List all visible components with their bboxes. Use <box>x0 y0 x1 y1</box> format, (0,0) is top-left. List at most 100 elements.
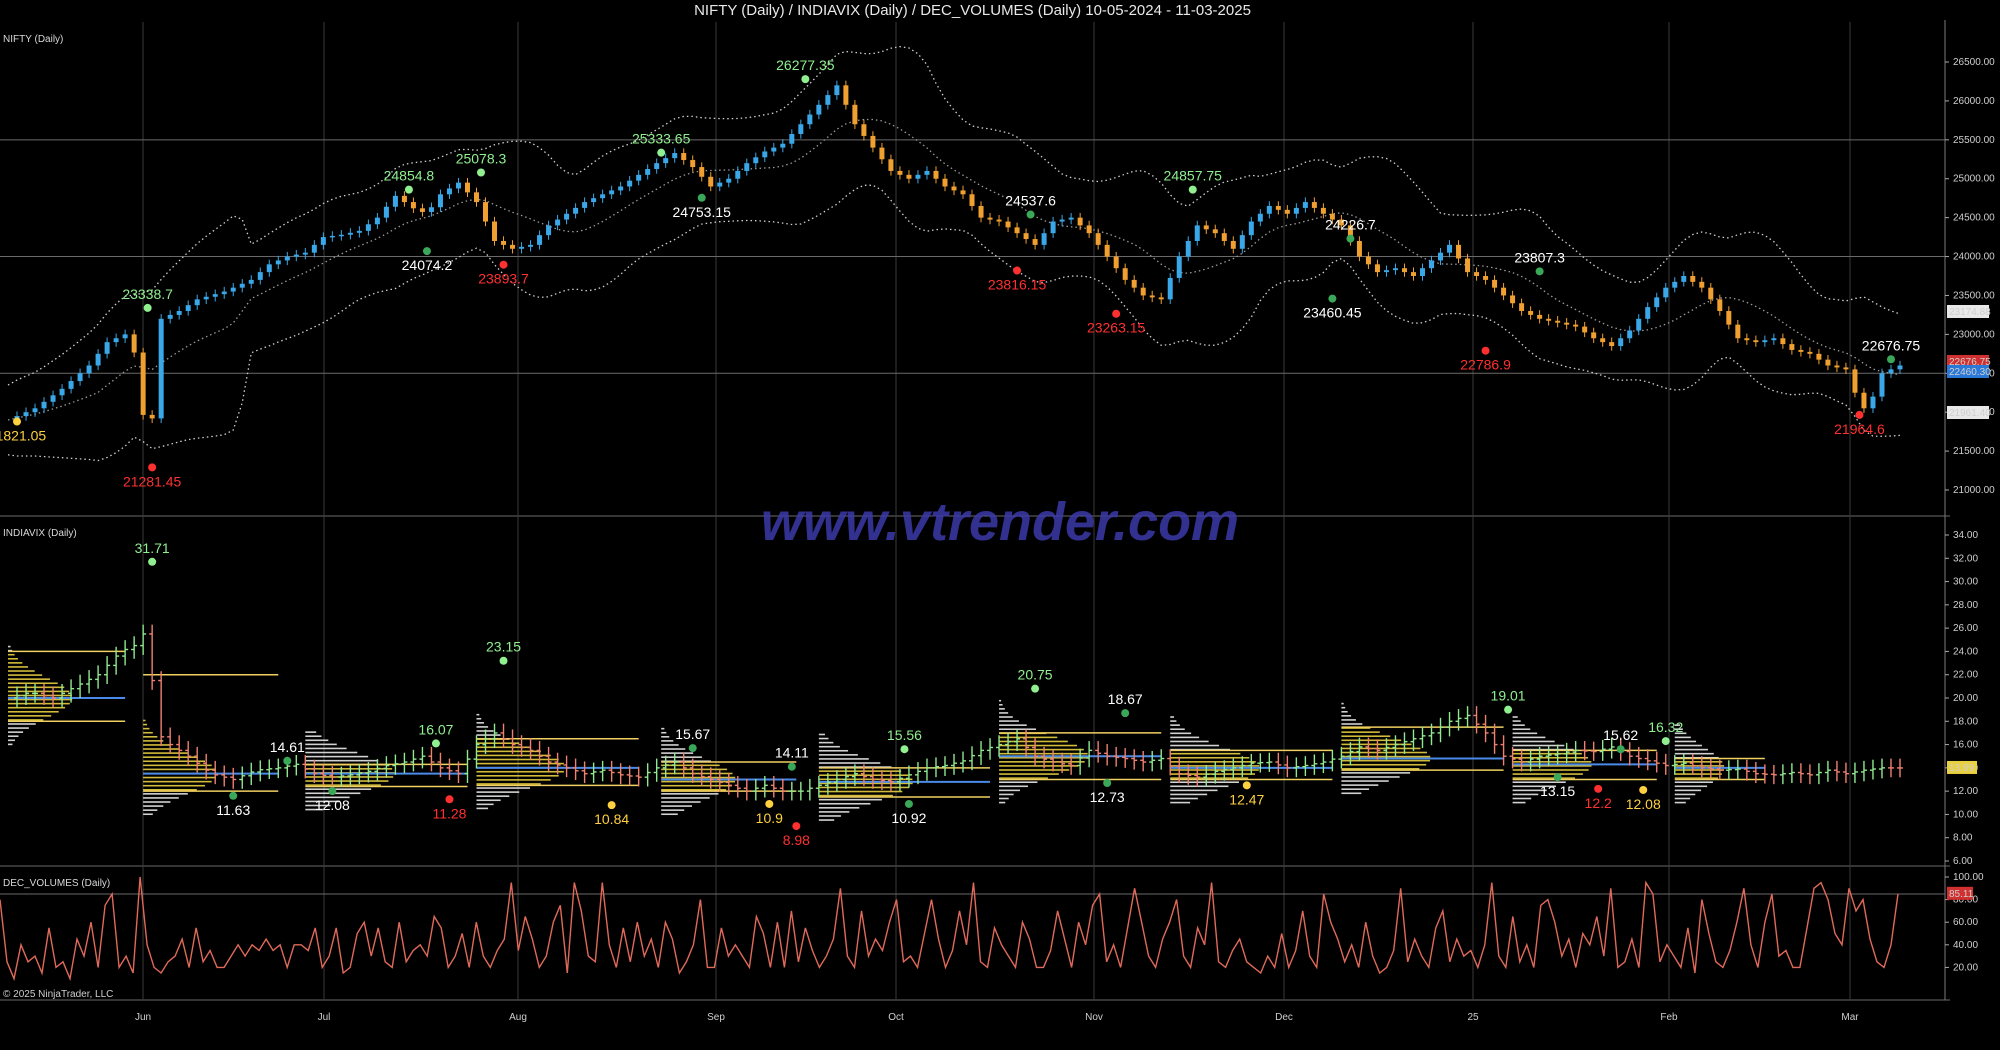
profile-row <box>661 801 701 803</box>
candle-body <box>762 151 768 158</box>
candle-body <box>1221 233 1227 241</box>
candle-body <box>654 163 660 169</box>
y-tick-label: 32.00 <box>1953 553 1978 564</box>
swing-label: 11.28 <box>432 805 466 821</box>
candle-body <box>1708 287 1714 300</box>
candle-body <box>1879 373 1885 397</box>
profile-row <box>1674 789 1702 792</box>
candle-body <box>1771 338 1777 341</box>
profile-row <box>999 708 1005 710</box>
candle-body <box>618 186 624 191</box>
profile-row <box>999 801 1006 804</box>
candle-body <box>1690 276 1696 282</box>
candle-body <box>933 170 939 179</box>
profile-row <box>1341 792 1362 795</box>
candle-body <box>600 194 606 199</box>
profile-row <box>818 798 882 801</box>
profile-row <box>661 776 736 779</box>
candle-body <box>1807 351 1813 354</box>
candle-body <box>257 272 263 280</box>
y-tick-label: 16.00 <box>1953 740 1978 751</box>
swing-marker <box>328 787 337 796</box>
candle-body <box>113 338 119 343</box>
x-tick-label: Feb <box>1660 1012 1678 1023</box>
profile-row <box>8 674 43 676</box>
profile-row <box>1341 706 1346 709</box>
profile-row <box>661 736 670 738</box>
profile-row <box>818 749 849 752</box>
profile-row <box>1341 776 1400 778</box>
candle-body <box>140 352 146 415</box>
candle-body <box>131 334 137 353</box>
candle-body <box>951 186 957 191</box>
profile-row <box>999 699 1002 702</box>
candle-body <box>582 202 588 208</box>
candle-body <box>1185 240 1191 257</box>
candle-body <box>492 221 498 241</box>
profile-row <box>476 799 501 802</box>
candle-body <box>1483 276 1489 280</box>
candle-body <box>1284 209 1290 214</box>
profile-row <box>999 773 1059 775</box>
candle-body <box>32 408 38 413</box>
swing-label: 24226.7 <box>1325 217 1376 233</box>
profile-row <box>476 787 531 789</box>
profile-row <box>999 785 1028 788</box>
profile-row <box>143 752 188 754</box>
candle-body <box>1672 281 1678 288</box>
candle-body <box>23 412 29 417</box>
profile-row <box>143 776 216 779</box>
swing-marker <box>431 739 440 748</box>
swing-marker <box>697 193 706 202</box>
candle-body <box>374 217 380 225</box>
y-tick-label: 6.00 <box>1953 856 1973 867</box>
swing-label: 10.84 <box>594 811 629 827</box>
candle-body <box>798 124 804 134</box>
dec-volume-line <box>0 876 1899 982</box>
profile-row <box>999 781 1038 784</box>
profile-row <box>818 811 850 813</box>
candle-body <box>455 182 461 189</box>
y-tick-label: 23500.00 <box>1953 290 1995 301</box>
profile-row <box>1341 747 1421 750</box>
profile-row <box>1170 797 1198 800</box>
candle-body <box>1519 303 1525 312</box>
candle-body <box>924 170 930 175</box>
profile-row <box>1674 797 1691 800</box>
profile-row <box>476 722 485 724</box>
swing-label: 12.2 <box>1585 795 1612 811</box>
swing-label: 24854.8 <box>384 168 435 184</box>
swing-marker <box>1661 737 1670 746</box>
swing-label: 18.67 <box>1108 691 1143 707</box>
candle-body <box>699 167 705 177</box>
profile-row <box>818 778 913 781</box>
y-tick-label: 20.00 <box>1953 693 1978 704</box>
profile-row <box>1341 772 1411 774</box>
price-tag: 21961.40 <box>1949 408 1991 419</box>
swing-marker <box>1481 346 1490 355</box>
profile-row <box>1341 723 1363 725</box>
profile-row <box>476 762 564 765</box>
profile-row <box>1512 773 1583 775</box>
candle-body <box>1447 244 1453 253</box>
profile-row <box>818 733 825 736</box>
candle-body <box>1005 221 1011 228</box>
swing-label: 23460.45 <box>1303 305 1362 321</box>
swing-marker <box>1886 355 1895 364</box>
candle-body <box>519 246 525 249</box>
annotation-layer: 21821.05 23338.7 21281.45 24854.8 24074.2 250… <box>0 57 1920 848</box>
chart-canvas[interactable]: 21821.05 23338.7 21281.45 24854.8 24074.2 250… <box>0 0 2000 1050</box>
profile-row <box>818 790 903 793</box>
profile-row <box>661 752 694 754</box>
candle-body <box>1293 207 1299 214</box>
x-tick-label: Sep <box>707 1012 725 1023</box>
candle-body <box>735 170 741 179</box>
profile-row <box>661 797 710 799</box>
profile-row <box>476 717 482 720</box>
profile-row <box>8 739 15 742</box>
y-tick-label: 60.00 <box>1953 917 1978 928</box>
swing-label: 24753.15 <box>673 204 732 220</box>
profile-row <box>1674 781 1713 784</box>
profile-row <box>143 736 158 738</box>
x-tick-label: Nov <box>1085 1012 1103 1023</box>
